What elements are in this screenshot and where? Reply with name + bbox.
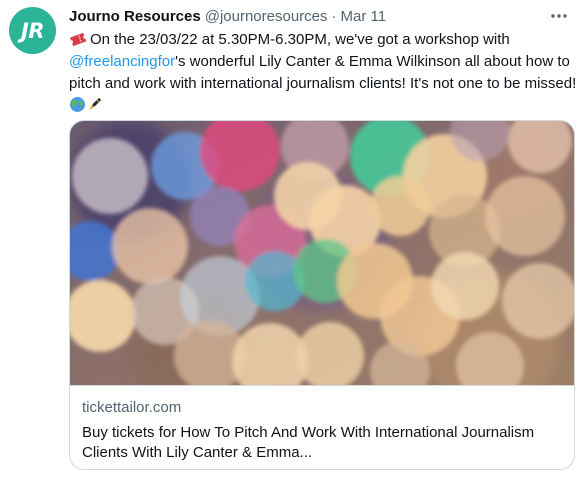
author-handle[interactable]: @journoresources	[205, 8, 328, 25]
globe-icon	[70, 97, 85, 112]
pen-icon	[89, 98, 101, 110]
timestamp[interactable]: Mar 11	[341, 8, 387, 25]
avatar[interactable]: JR	[9, 7, 56, 54]
separator-dot: ·	[331, 7, 337, 25]
tweet-text-part1: On the 23/03/22 at 5.30PM-6.30PM, we've …	[90, 31, 510, 48]
tweet[interactable]: JR Journo Resources @journoresources · M…	[0, 0, 586, 479]
card-domain: tickettailor.com	[82, 399, 182, 416]
mention-link[interactable]: @freelancingfor	[69, 53, 175, 70]
avatar-initials: JR	[21, 18, 44, 43]
author-name[interactable]: Journo Resources	[69, 8, 201, 25]
tweet-text: On the 23/03/22 at 5.30PM-6.30PM, we've …	[69, 29, 579, 117]
tweet-header: Journo Resources @journoresources · Mar …	[69, 6, 546, 26]
ticket-icon	[70, 32, 87, 47]
more-options-button[interactable]	[546, 6, 572, 26]
bokeh-lights-image	[70, 121, 574, 386]
more-horizontal-icon	[551, 14, 567, 18]
card-info: tickettailor.com Buy tickets for How To …	[82, 397, 562, 463]
link-card[interactable]: tickettailor.com Buy tickets for How To …	[69, 120, 575, 470]
card-title: Buy tickets for How To Pitch And Work Wi…	[82, 424, 535, 461]
